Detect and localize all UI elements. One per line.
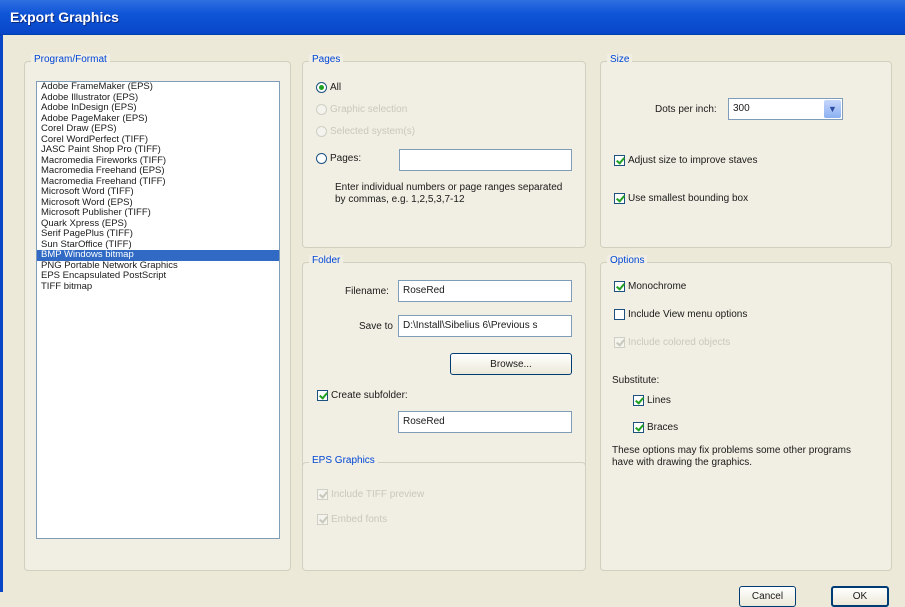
include-view-menu-label: Include View menu options bbox=[628, 309, 748, 320]
dpi-select[interactable]: 300 ▼ bbox=[728, 98, 843, 120]
monochrome-checkbox[interactable]: Monochrome bbox=[614, 281, 686, 292]
adjust-size-checkbox[interactable]: Adjust size to improve staves bbox=[614, 155, 758, 166]
pages-all-radio[interactable]: All bbox=[316, 82, 341, 93]
list-item[interactable]: EPS Encapsulated PostScript bbox=[37, 270, 279, 282]
pages-input[interactable] bbox=[399, 149, 572, 171]
filename-label: Filename: bbox=[345, 286, 389, 297]
browse-button[interactable]: Browse... bbox=[450, 353, 572, 375]
radio-dot bbox=[316, 153, 327, 164]
include-view-menu-checkbox[interactable]: Include View menu options bbox=[614, 309, 747, 320]
program-format-legend: Program/Format bbox=[31, 54, 110, 65]
graphic-selection-label: Graphic selection bbox=[330, 104, 408, 115]
create-subfolder-label: Create subfolder: bbox=[331, 390, 408, 401]
adjust-size-label: Adjust size to improve staves bbox=[628, 155, 758, 166]
filename-input[interactable]: RoseRed bbox=[398, 280, 572, 302]
list-item[interactable]: Microsoft Publisher (TIFF) bbox=[37, 207, 279, 219]
braces-label: Braces bbox=[647, 422, 679, 433]
embed-fonts-checkbox[interactable]: Embed fonts bbox=[317, 514, 387, 525]
checkbox-box bbox=[614, 337, 625, 348]
checkbox-box bbox=[317, 514, 328, 525]
checkbox-box bbox=[633, 422, 644, 433]
pages-range-radio[interactable]: Pages: bbox=[316, 153, 361, 164]
pages-range-label: Pages: bbox=[330, 153, 362, 164]
selected-systems-radio[interactable]: Selected system(s) bbox=[316, 126, 415, 137]
pages-legend: Pages bbox=[309, 54, 344, 65]
pages-all-label: All bbox=[330, 82, 342, 93]
monochrome-label: Monochrome bbox=[628, 281, 687, 292]
smallest-bbox-checkbox[interactable]: Use smallest bounding box bbox=[614, 193, 748, 204]
checkbox-box bbox=[317, 390, 328, 401]
lines-label: Lines bbox=[647, 395, 671, 406]
list-item[interactable]: TIFF bitmap bbox=[37, 281, 279, 293]
eps-graphics-legend: EPS Graphics bbox=[309, 455, 378, 466]
dpi-value: 300 bbox=[733, 103, 750, 114]
selected-systems-label: Selected system(s) bbox=[330, 126, 416, 137]
radio-dot bbox=[316, 104, 327, 115]
braces-checkbox[interactable]: Braces bbox=[633, 422, 678, 433]
checkbox-box bbox=[614, 281, 625, 292]
include-colored-checkbox[interactable]: Include colored objects bbox=[614, 337, 730, 348]
window-title: Export Graphics bbox=[10, 9, 119, 25]
checkbox-box bbox=[614, 155, 625, 166]
radio-dot bbox=[316, 126, 327, 137]
include-tiff-preview-checkbox[interactable]: Include TIFF preview bbox=[317, 489, 424, 500]
create-subfolder-checkbox[interactable]: Create subfolder: bbox=[317, 390, 408, 401]
checkbox-box bbox=[317, 489, 328, 500]
program-format-list[interactable]: Adobe FrameMaker (EPS) Adobe Illustrator … bbox=[36, 81, 280, 539]
save-to-label: Save to bbox=[359, 321, 393, 332]
options-note: These options may fix problems some othe… bbox=[612, 445, 851, 468]
graphic-selection-radio[interactable]: Graphic selection bbox=[316, 104, 407, 115]
radio-dot bbox=[316, 82, 327, 93]
size-legend: Size bbox=[607, 54, 633, 65]
options-legend: Options bbox=[607, 255, 648, 266]
subfolder-input[interactable]: RoseRed bbox=[398, 411, 572, 433]
checkbox-box bbox=[614, 193, 625, 204]
title-bar: Export Graphics bbox=[0, 0, 905, 35]
ok-button[interactable]: OK bbox=[831, 586, 889, 607]
list-item[interactable]: JASC Paint Shop Pro (TIFF) bbox=[37, 144, 279, 156]
folder-legend: Folder bbox=[309, 255, 344, 266]
cancel-button[interactable]: Cancel bbox=[739, 586, 796, 607]
substitute-label: Substitute: bbox=[612, 375, 660, 386]
save-to-input[interactable]: D:\Install\Sibelius 6\Previous s bbox=[398, 315, 572, 337]
smallest-bbox-label: Use smallest bounding box bbox=[628, 193, 749, 204]
chevron-down-icon[interactable]: ▼ bbox=[824, 100, 841, 118]
list-item[interactable]: Macromedia Freehand (EPS) bbox=[37, 165, 279, 177]
list-item[interactable]: Adobe FrameMaker (EPS) bbox=[37, 82, 279, 93]
lines-checkbox[interactable]: Lines bbox=[633, 395, 671, 406]
checkbox-box bbox=[633, 395, 644, 406]
list-item[interactable]: Adobe InDesign (EPS) bbox=[37, 102, 279, 114]
list-item[interactable]: Microsoft Word (TIFF) bbox=[37, 186, 279, 198]
export-graphics-dialog: Program/Format Adobe FrameMaker (EPS) Ado… bbox=[0, 35, 905, 607]
embed-fonts-label: Embed fonts bbox=[331, 514, 388, 525]
list-item[interactable]: Serif PagePlus (TIFF) bbox=[37, 228, 279, 240]
checkbox-box bbox=[614, 309, 625, 320]
pages-hint: Enter individual numbers or page ranges … bbox=[335, 182, 563, 205]
include-tiff-preview-label: Include TIFF preview bbox=[331, 489, 425, 500]
list-item[interactable]: BMP Windows bitmap bbox=[37, 249, 279, 261]
include-colored-label: Include colored objects bbox=[628, 337, 731, 348]
dpi-label: Dots per inch: bbox=[655, 104, 717, 115]
list-item[interactable]: Corel Draw (EPS) bbox=[37, 123, 279, 135]
